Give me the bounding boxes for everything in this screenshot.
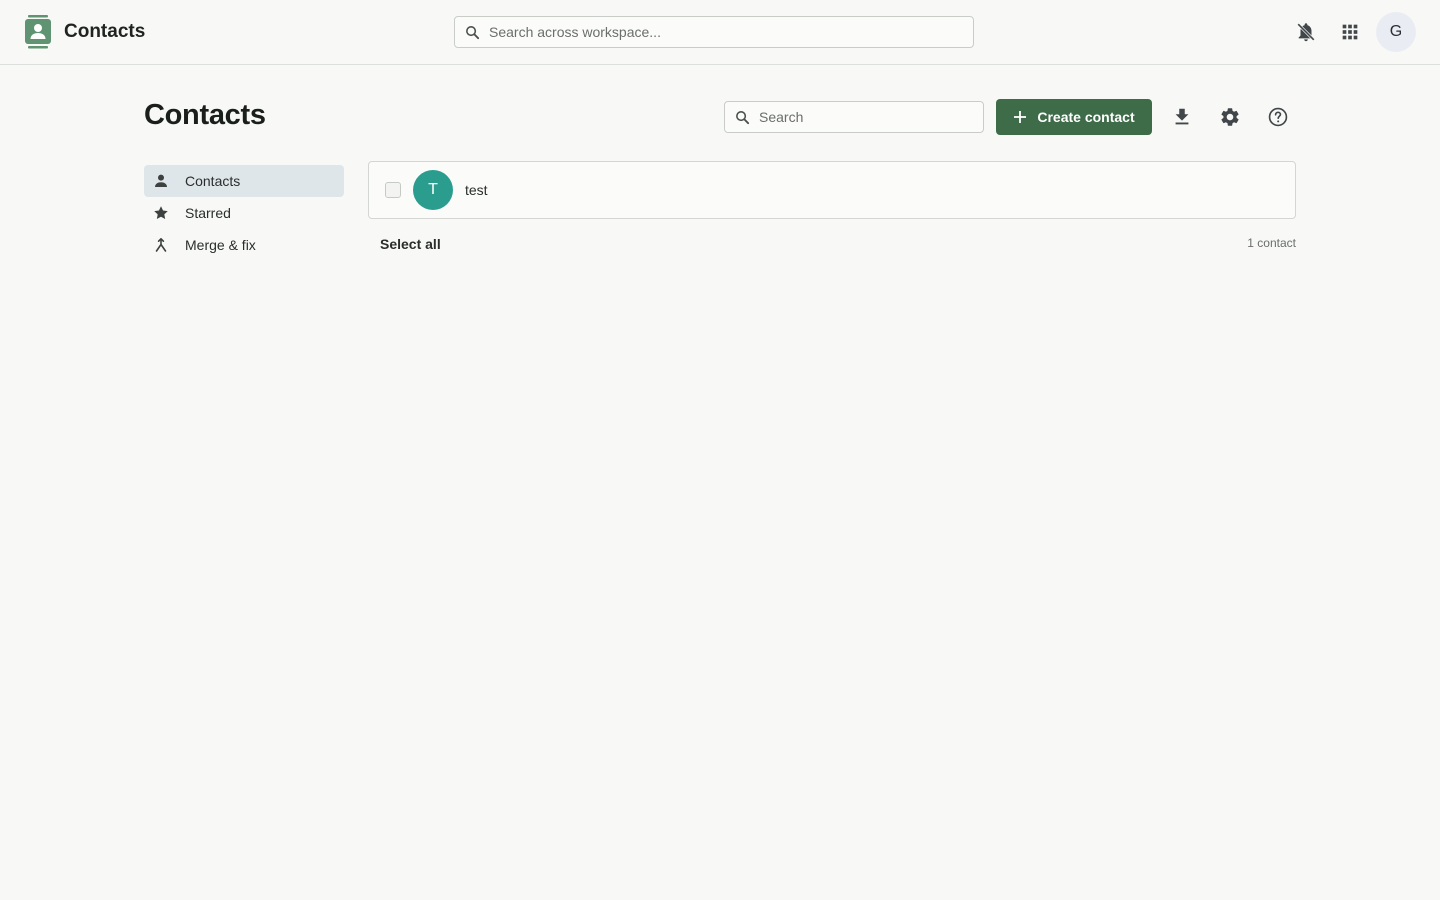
sidebar-item-label: Starred — [185, 205, 231, 221]
select-all-button[interactable]: Select all — [380, 236, 441, 252]
create-contact-button[interactable]: Create contact — [996, 99, 1152, 135]
contacts-search-input[interactable] — [725, 102, 983, 132]
global-search-box — [454, 16, 974, 48]
merge-icon — [155, 238, 167, 252]
settings-button[interactable] — [1214, 101, 1246, 133]
gear-icon — [1221, 108, 1239, 126]
sidebar-item-starred[interactable]: Starred — [144, 197, 344, 229]
help-circle-icon — [1268, 107, 1288, 127]
contact-count: 1 contact — [1247, 236, 1296, 250]
contacts-book-icon — [25, 15, 51, 49]
download-button[interactable] — [1166, 101, 1198, 133]
app-brand[interactable]: Contacts — [24, 14, 145, 50]
download-icon — [1175, 108, 1189, 125]
sidebar-item-merge-fix[interactable]: Merge & fix — [144, 229, 344, 261]
sidebar-item-label: Contacts — [185, 173, 241, 189]
sidebar-item-contacts[interactable]: Contacts — [144, 165, 344, 197]
person-icon — [155, 174, 167, 187]
grid-apps-icon — [1342, 24, 1358, 40]
app-title: Contacts — [64, 21, 146, 42]
bell-off-icon — [1297, 23, 1315, 42]
sidebar-nav: Contacts Starred Merge & fix — [144, 165, 344, 261]
notifications-button[interactable] — [1290, 16, 1322, 48]
create-contact-label: Create contact — [1037, 109, 1135, 125]
contacts-search-box — [724, 101, 984, 133]
page-title: Contacts — [144, 99, 266, 131]
search-icon — [466, 26, 480, 40]
star-icon — [154, 206, 168, 219]
account-avatar[interactable]: G — [1376, 12, 1416, 52]
sidebar-item-label: Merge & fix — [185, 237, 256, 253]
global-search-input[interactable] — [455, 17, 973, 47]
top-bar: Contacts G — [0, 0, 1440, 65]
plus-icon — [1014, 111, 1027, 123]
search-icon — [736, 111, 750, 125]
apps-grid-button[interactable] — [1334, 16, 1366, 48]
help-button[interactable] — [1262, 101, 1294, 133]
contact-checkbox[interactable] — [385, 182, 401, 198]
contact-name: test — [465, 182, 488, 198]
list-item[interactable]: T test — [368, 161, 1296, 219]
avatar: T — [413, 170, 453, 210]
